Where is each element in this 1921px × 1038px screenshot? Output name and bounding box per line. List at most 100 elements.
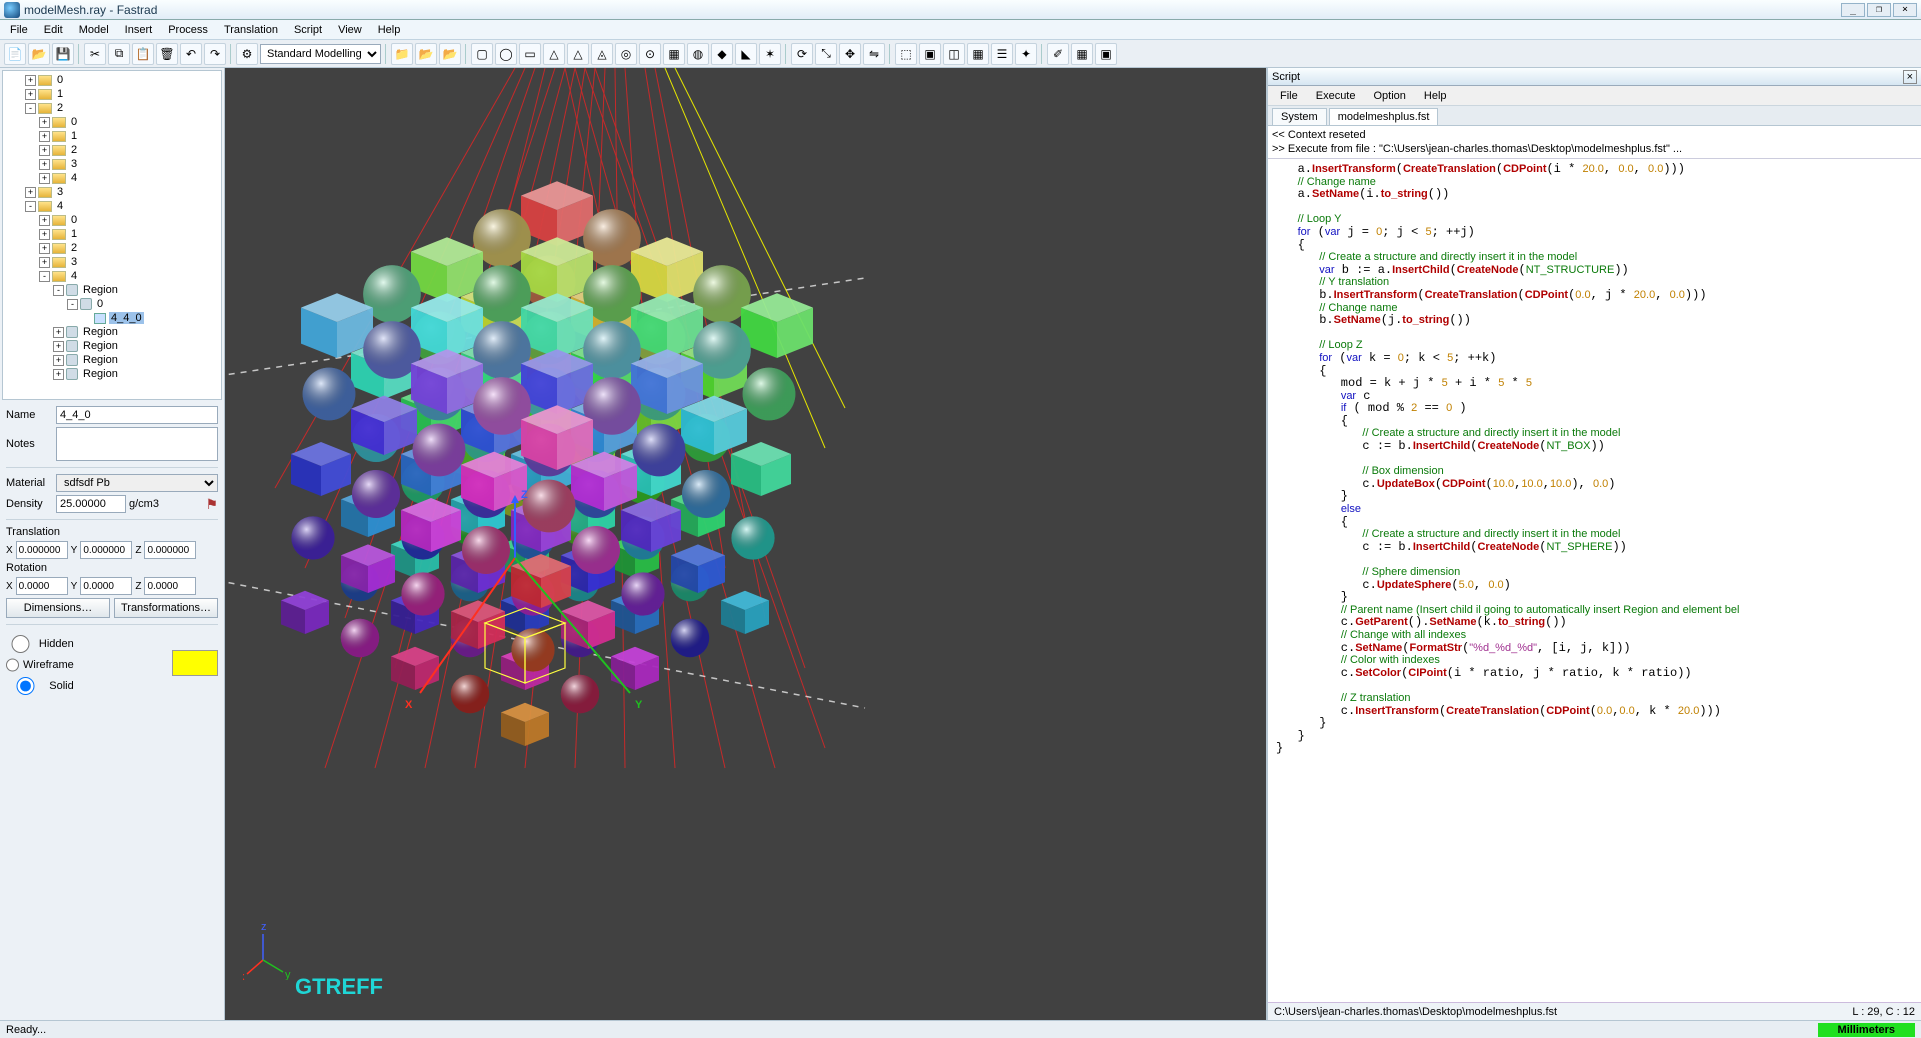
tree-item[interactable]: +4	[3, 171, 221, 185]
torus-icon[interactable]: ◎	[615, 43, 637, 65]
tree-item[interactable]: -0	[3, 297, 221, 311]
menu-translation[interactable]: Translation	[216, 22, 286, 38]
paste-icon[interactable]: 📋	[132, 43, 154, 65]
tree-item[interactable]: -4	[3, 269, 221, 283]
tree-item[interactable]: 4_4_0	[3, 311, 221, 325]
star-icon[interactable]: ✶	[759, 43, 781, 65]
name-field[interactable]	[56, 406, 218, 424]
cut-icon[interactable]: ✂	[84, 43, 106, 65]
remove-folder-icon[interactable]: 📂	[439, 43, 461, 65]
wedge-icon[interactable]: ◣	[735, 43, 757, 65]
ell-icon[interactable]: ◍	[687, 43, 709, 65]
script-menu-option[interactable]: Option	[1365, 88, 1413, 104]
script-tab-file[interactable]: modelmeshplus.fst	[1329, 108, 1439, 125]
sel6-icon[interactable]: ✦	[1015, 43, 1037, 65]
add-folder-icon[interactable]: 📂	[415, 43, 437, 65]
tree-item[interactable]: +Region	[3, 325, 221, 339]
density-field[interactable]	[56, 495, 126, 513]
tree-item[interactable]: +3	[3, 185, 221, 199]
mesh-icon[interactable]: ▦	[663, 43, 685, 65]
tree-item[interactable]: +Region	[3, 339, 221, 353]
sel1-icon[interactable]: ⬚	[895, 43, 917, 65]
tree-item[interactable]: +1	[3, 87, 221, 101]
menu-file[interactable]: File	[2, 22, 36, 38]
menu-model[interactable]: Model	[71, 22, 117, 38]
tree-item[interactable]: -4	[3, 199, 221, 213]
minimize-button[interactable]: _	[1841, 3, 1865, 17]
tree-item[interactable]: +0	[3, 73, 221, 87]
cone-icon[interactable]: △	[543, 43, 565, 65]
tet-icon[interactable]: ◬	[591, 43, 613, 65]
scale-icon[interactable]: ⤡	[815, 43, 837, 65]
menu-help[interactable]: Help	[370, 22, 409, 38]
ry-field[interactable]	[80, 577, 132, 595]
menu-process[interactable]: Process	[160, 22, 216, 38]
snap-icon[interactable]: ▣	[1095, 43, 1117, 65]
sel3-icon[interactable]: ◫	[943, 43, 965, 65]
script-menu-help[interactable]: Help	[1416, 88, 1455, 104]
notes-field[interactable]	[56, 427, 218, 461]
gear-icon[interactable]: ⚙	[236, 43, 258, 65]
tree-item[interactable]: +3	[3, 255, 221, 269]
sel4-icon[interactable]: ▦	[967, 43, 989, 65]
tree-item[interactable]: +Region	[3, 353, 221, 367]
color-swatch[interactable]	[172, 650, 218, 676]
script-menu-execute[interactable]: Execute	[1308, 88, 1364, 104]
material-select[interactable]: sdfsdf Pb	[56, 474, 218, 492]
tree-item[interactable]: +1	[3, 227, 221, 241]
transformations-button[interactable]: Transformations…	[114, 598, 218, 618]
model-tree[interactable]: +0+1-2+0+1+2+3+4+3-4+0+1+2+3-4-Region-04…	[2, 70, 222, 400]
open-icon[interactable]: 📂	[28, 43, 50, 65]
copy-icon[interactable]: ⧉	[108, 43, 130, 65]
tree-item[interactable]: +0	[3, 213, 221, 227]
sel5-icon[interactable]: ☰	[991, 43, 1013, 65]
pyr-icon[interactable]: ◆	[711, 43, 733, 65]
tube-icon[interactable]: ⊙	[639, 43, 661, 65]
tz-field[interactable]	[144, 541, 196, 559]
menu-insert[interactable]: Insert	[117, 22, 161, 38]
tree-item[interactable]: -2	[3, 101, 221, 115]
delete-icon[interactable]: 🗑	[156, 43, 178, 65]
sel2-icon[interactable]: ▣	[919, 43, 941, 65]
grid-icon[interactable]: ▦	[1071, 43, 1093, 65]
ty-field[interactable]	[80, 541, 132, 559]
maximize-button[interactable]: ❐	[1867, 3, 1891, 17]
tree-item[interactable]: +Region	[3, 367, 221, 381]
script-code[interactable]: a.InsertTransform(CreateTranslation(CDPo…	[1268, 159, 1921, 1002]
menu-script[interactable]: Script	[286, 22, 330, 38]
hidden-radio[interactable]: Hidden	[6, 635, 74, 653]
script-close-icon[interactable]: ×	[1903, 70, 1917, 84]
menu-edit[interactable]: Edit	[36, 22, 71, 38]
close-button[interactable]: ×	[1893, 3, 1917, 17]
modeling-mode-select[interactable]: Standard Modelling	[260, 44, 381, 64]
sphere-icon[interactable]: ◯	[495, 43, 517, 65]
cylinder-icon[interactable]: ▭	[519, 43, 541, 65]
tree-item[interactable]: +2	[3, 143, 221, 157]
script-menu-file[interactable]: File	[1272, 88, 1306, 104]
rot-icon[interactable]: ⟳	[791, 43, 813, 65]
redo-icon[interactable]: ↷	[204, 43, 226, 65]
move-icon[interactable]: ✥	[839, 43, 861, 65]
solid-radio[interactable]: Solid	[6, 677, 74, 695]
wireframe-radio[interactable]: Wireframe	[6, 656, 74, 674]
rz-field[interactable]	[144, 577, 196, 595]
save-icon[interactable]: 💾	[52, 43, 74, 65]
tree-item[interactable]: +1	[3, 129, 221, 143]
script-tab-system[interactable]: System	[1272, 108, 1327, 125]
tree-item[interactable]: +2	[3, 241, 221, 255]
rx-field[interactable]	[16, 577, 68, 595]
menu-view[interactable]: View	[330, 22, 370, 38]
undo-icon[interactable]: ↶	[180, 43, 202, 65]
box-icon[interactable]: ▢	[471, 43, 493, 65]
tree-item[interactable]: +0	[3, 115, 221, 129]
new-icon[interactable]: 📄	[4, 43, 26, 65]
tree-item[interactable]: +3	[3, 157, 221, 171]
eraser-icon[interactable]: ✐	[1047, 43, 1069, 65]
mirror-icon[interactable]: ⇋	[863, 43, 885, 65]
dimensions-button[interactable]: Dimensions…	[6, 598, 110, 618]
tree-item[interactable]: -Region	[3, 283, 221, 297]
tri-icon[interactable]: △	[567, 43, 589, 65]
tx-field[interactable]	[16, 541, 68, 559]
folder-icon[interactable]: 📁	[391, 43, 413, 65]
viewport-3d[interactable]: Z X Y z x y GTREFF	[225, 68, 1266, 1020]
